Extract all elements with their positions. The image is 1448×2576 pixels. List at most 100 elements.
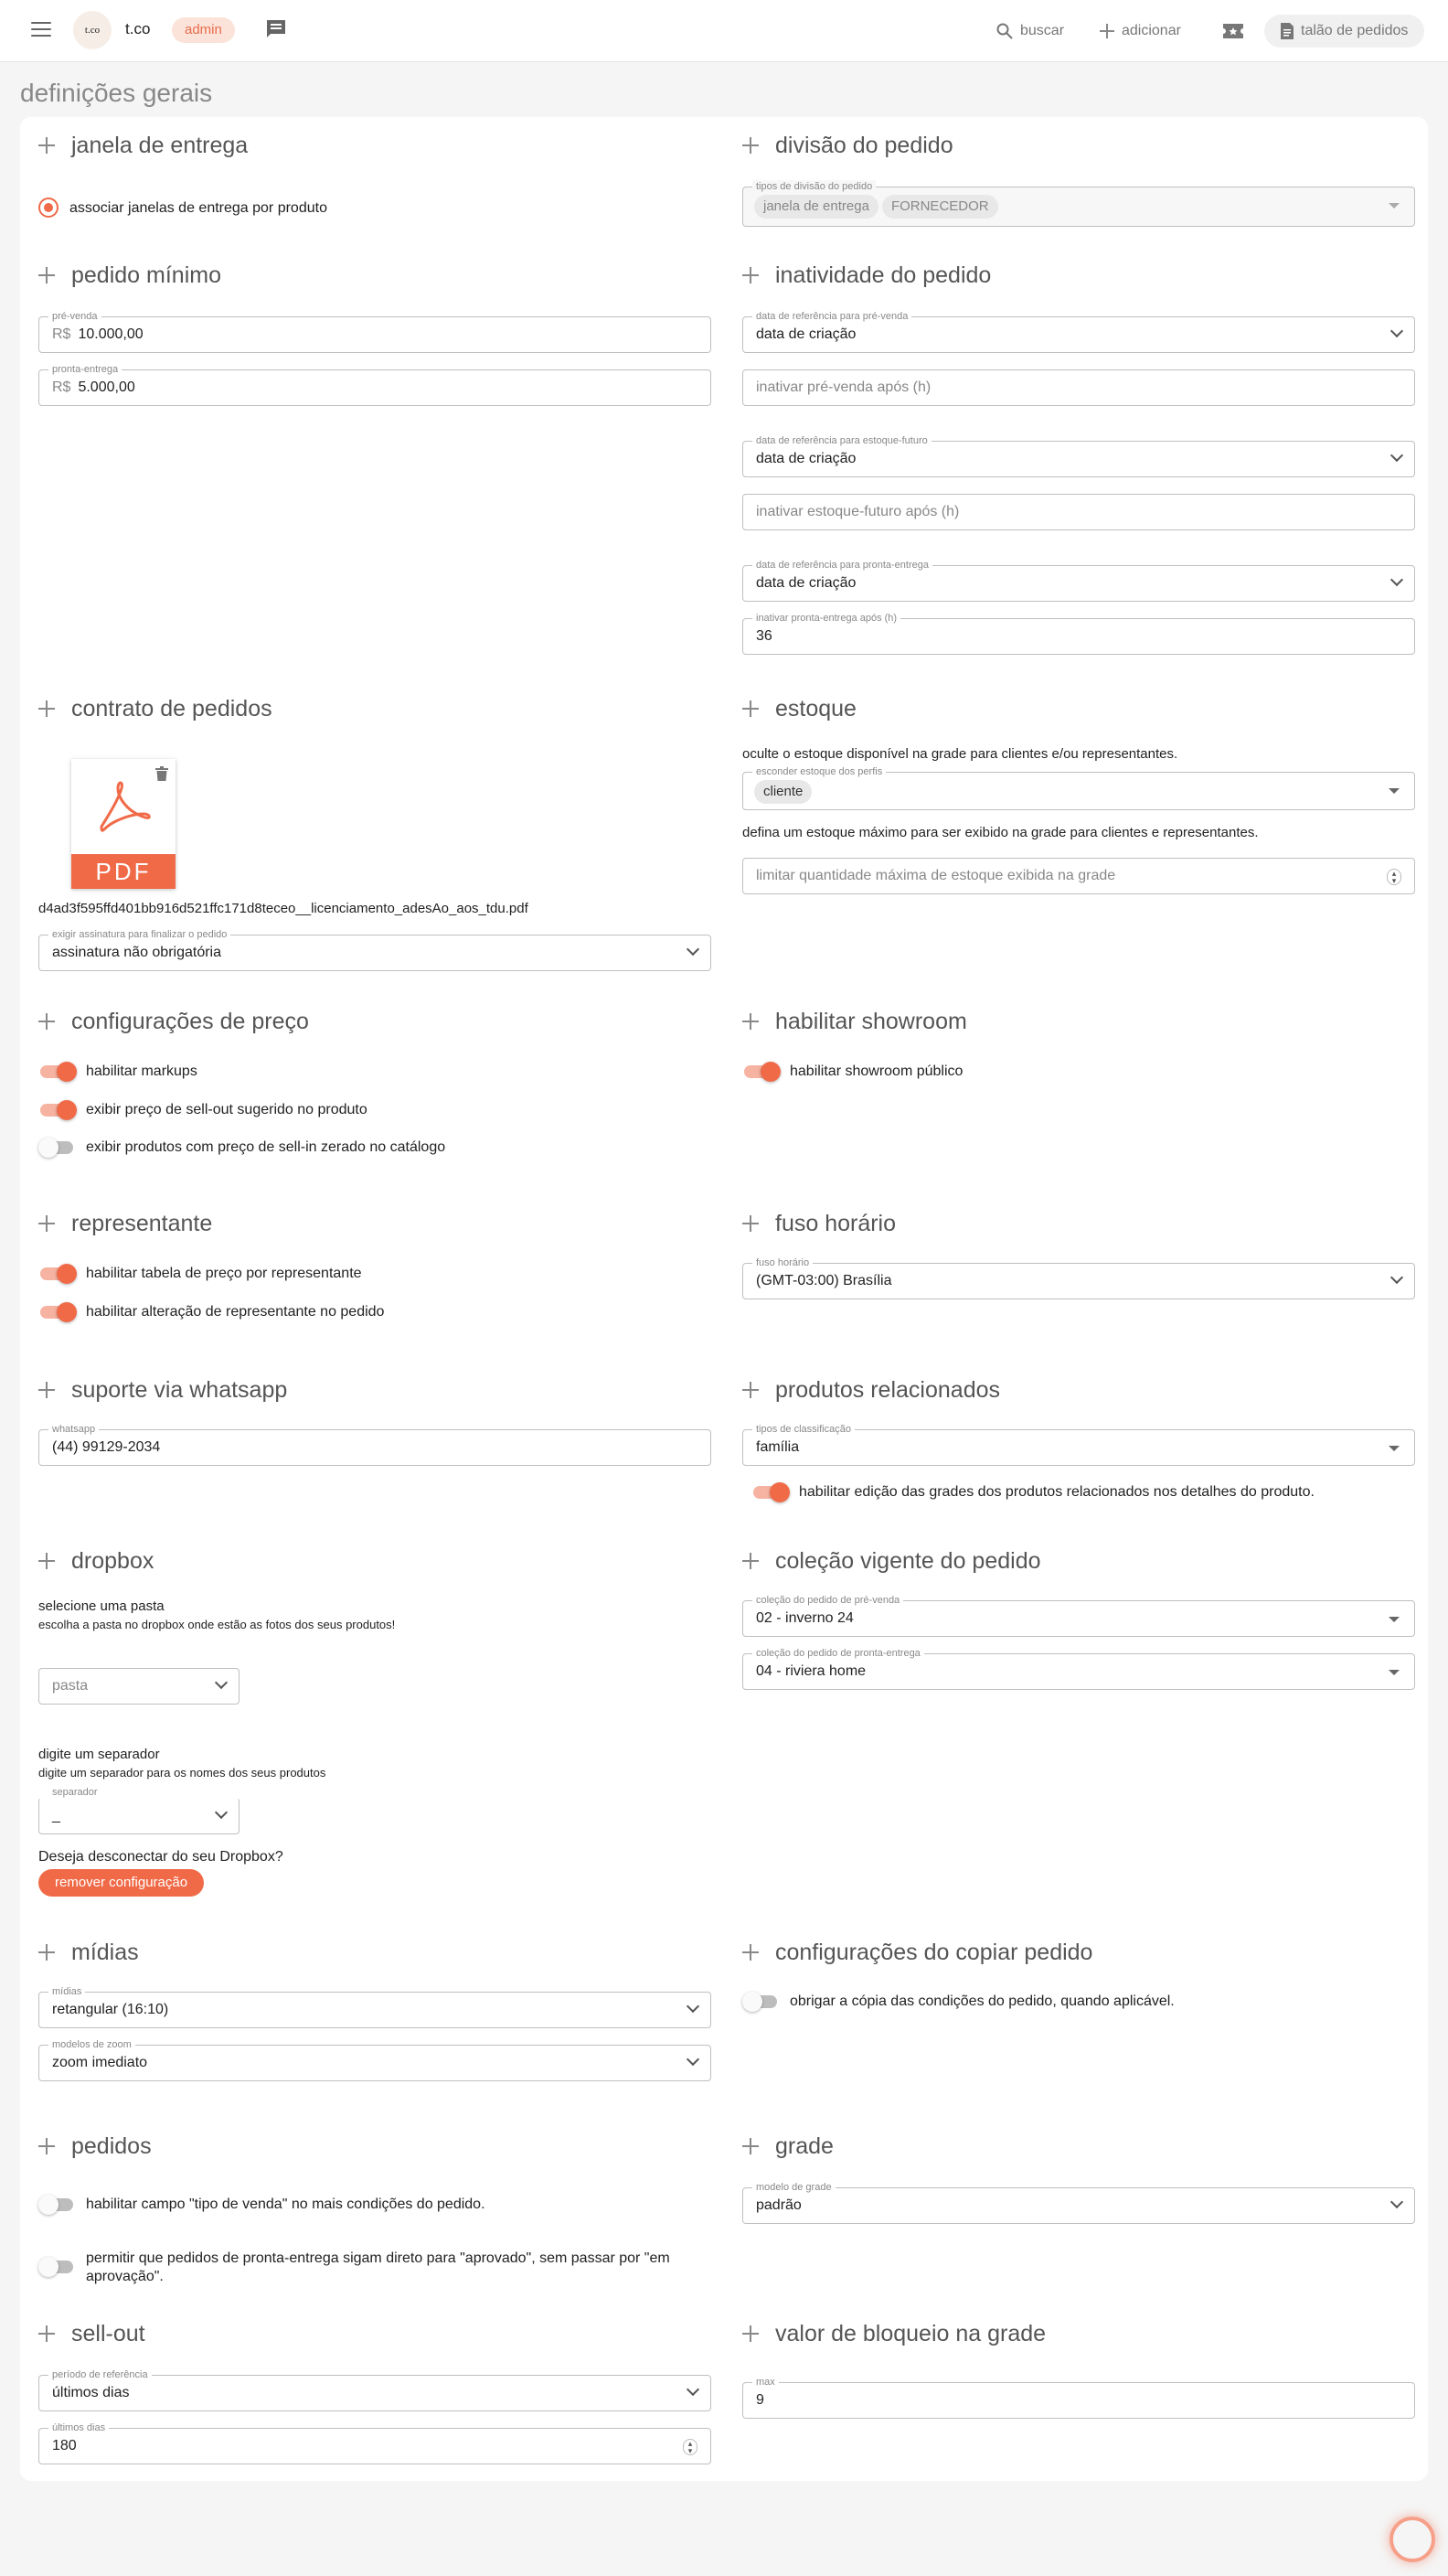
admin-badge: admin (172, 17, 235, 43)
tipo-venda-toggle[interactable] (38, 2195, 75, 2215)
section-inatividade: inatividade do pedido data de referência… (742, 260, 1415, 655)
stepper-icon[interactable]: ▴ ▾ (683, 2439, 697, 2455)
add-button[interactable]: adicionar (1100, 16, 1181, 46)
menu-icon[interactable] (31, 22, 51, 38)
field-value: 36 (756, 628, 772, 644)
field-placeholder: inativar estoque-futuro após (h) (756, 504, 960, 519)
periodo-select[interactable]: período de referência últimos dias (38, 2368, 711, 2411)
talao-label: talão de pedidos (1301, 23, 1409, 38)
talao-button[interactable]: talão de pedidos (1264, 15, 1425, 48)
field-placeholder: inativar pré-venda após (h) (756, 379, 932, 395)
expand-plus-icon[interactable] (742, 2138, 759, 2154)
markups-toggle[interactable] (38, 1062, 77, 1082)
field-label: modelo de grade (752, 2181, 836, 2194)
field-value: retangular (16:10) (52, 2002, 169, 2017)
remove-config-button[interactable]: remover configuração (38, 1869, 205, 1897)
floating-action-button[interactable] (1389, 2517, 1435, 2562)
ref-pronta-select[interactable]: data de referência para pronta-entrega d… (742, 559, 1415, 602)
expand-plus-icon[interactable] (38, 700, 55, 717)
assinatura-select[interactable]: exigir assinatura para finalizar o pedid… (38, 928, 711, 971)
section-pedidos: pedidos habilitar campo "tipo de venda" … (38, 2131, 711, 2284)
expand-plus-icon[interactable] (742, 1553, 759, 1569)
expand-plus-icon[interactable] (38, 1382, 55, 1398)
zoom-select[interactable]: modelos de zoom zoom imediato (38, 2038, 711, 2081)
inativar-estoque-input[interactable]: inativar estoque-futuro após (h) (742, 494, 1415, 530)
sellout-price-toggle[interactable] (38, 1100, 77, 1120)
relacionados-toggle[interactable] (751, 1482, 790, 1502)
fuso-select[interactable]: fuso horário (GMT-03:00) Brasília (742, 1256, 1415, 1299)
section-title: valor de bloqueio na grade (775, 2320, 1047, 2346)
pdf-file-card[interactable]: PDF (71, 759, 176, 889)
field-label: últimos dias (48, 2421, 110, 2434)
colecao-pronta-select[interactable]: coleção do pedido de pronta-entrega 04 -… (742, 1647, 1415, 1690)
expand-plus-icon[interactable] (38, 1553, 55, 1569)
limitar-estoque-input[interactable]: limitar quantidade máxima de estoque exi… (742, 858, 1415, 894)
expand-plus-icon[interactable] (38, 267, 55, 283)
field-label: whatsapp (48, 1423, 100, 1436)
stepper-icon[interactable]: ▴ ▾ (1387, 869, 1401, 885)
showroom-toggle[interactable] (742, 1062, 781, 1082)
expand-plus-icon[interactable] (38, 1215, 55, 1232)
pasta-select[interactable]: pasta (38, 1668, 240, 1705)
expand-plus-icon[interactable] (742, 1944, 759, 1961)
pronta-min-input[interactable]: pronta-entrega R$ 5.000,00 (38, 363, 711, 406)
esconder-estoque-select[interactable]: esconder estoque dos perfis cliente (742, 765, 1415, 810)
alterar-representante-toggle[interactable] (38, 1302, 77, 1322)
expand-plus-icon[interactable] (38, 2138, 55, 2154)
expand-plus-icon[interactable] (742, 2325, 759, 2342)
copiar-condicoes-toggle[interactable] (742, 1992, 779, 2012)
section-janela-entrega: janela de entrega associar janelas de en… (38, 130, 711, 218)
toggle-label: habilitar showroom público (790, 1064, 964, 1079)
field-label: mídias (48, 1985, 86, 1998)
trash-icon[interactable] (155, 766, 168, 781)
search-label: buscar (1020, 23, 1065, 38)
ticket-icon[interactable] (1222, 22, 1244, 40)
prevenda-min-input[interactable]: pré-venda R$ 10.000,00 (38, 310, 711, 353)
field-label: max (752, 2376, 779, 2389)
section-representante: representante habilitar tabela de preço … (38, 1208, 711, 1322)
expand-plus-icon[interactable] (742, 137, 759, 154)
modelo-grade-select[interactable]: modelo de grade padrão (742, 2181, 1415, 2224)
max-input[interactable]: max 9 (742, 2376, 1415, 2419)
section-title: suporte via whatsapp (71, 1376, 288, 1403)
expand-plus-icon[interactable] (38, 137, 55, 154)
colecao-prevenda-select[interactable]: coleção do pedido de pré-venda 02 - inve… (742, 1594, 1415, 1637)
midias-select[interactable]: mídias retangular (16:10) (38, 1985, 711, 2028)
field-label: esconder estoque dos perfis (752, 765, 887, 778)
field-label: período de referência (48, 2368, 152, 2381)
section-title: janela de entrega (71, 132, 249, 158)
expand-plus-icon[interactable] (742, 1382, 759, 1398)
expand-plus-icon[interactable] (742, 700, 759, 717)
expand-plus-icon[interactable] (742, 267, 759, 283)
whatsapp-input[interactable]: whatsapp (44) 99129-2034 (38, 1423, 711, 1466)
field-placeholder: limitar quantidade máxima de estoque exi… (756, 868, 1116, 883)
expand-plus-icon[interactable] (38, 2325, 55, 2342)
search-button[interactable]: buscar (996, 16, 1064, 46)
chat-icon[interactable] (265, 19, 287, 39)
section-title: estoque (775, 695, 857, 721)
expand-plus-icon[interactable] (38, 1944, 55, 1961)
toggle-label: permitir que pedidos de pronta-entrega s… (86, 2250, 670, 2284)
expand-plus-icon[interactable] (742, 1013, 759, 1030)
field-label: modelos de zoom (48, 2038, 135, 2051)
ref-prevenda-select[interactable]: data de referência para pré-venda data d… (742, 310, 1415, 353)
aprovado-direto-toggle[interactable] (38, 2257, 75, 2277)
toggle-label: exibir produtos com preço de sell-in zer… (86, 1139, 446, 1155)
expand-plus-icon[interactable] (38, 1013, 55, 1030)
separador-select[interactable]: separador _ (38, 1786, 240, 1834)
field-value: data de criação (756, 326, 857, 342)
ref-estoque-select[interactable]: data de referência para estoque-futuro d… (742, 434, 1415, 477)
divisao-select[interactable]: tipos de divisão do pedido janela de ent… (742, 180, 1415, 227)
classificacao-select[interactable]: tipos de classificação família (742, 1423, 1415, 1466)
toggle-label: habilitar tabela de preço por representa… (86, 1266, 362, 1281)
tabela-preco-toggle[interactable] (38, 1264, 77, 1284)
section-title: fuso horário (775, 1210, 897, 1236)
inativar-pronta-input[interactable]: inativar pronta-entrega após (h) 36 (742, 612, 1415, 655)
field-value: família (756, 1439, 800, 1455)
pdf-filename: d4ad3f595ffd401bb916d521ffc171d8teceo__l… (38, 901, 528, 916)
expand-plus-icon[interactable] (742, 1215, 759, 1232)
ultimos-dias-input[interactable]: últimos dias 180 ▴ ▾ (38, 2421, 711, 2464)
inativar-prevenda-input[interactable]: inativar pré-venda após (h) (742, 369, 1415, 406)
associar-janela-radio[interactable] (38, 198, 59, 218)
sellin-zero-toggle[interactable] (38, 1138, 75, 1158)
